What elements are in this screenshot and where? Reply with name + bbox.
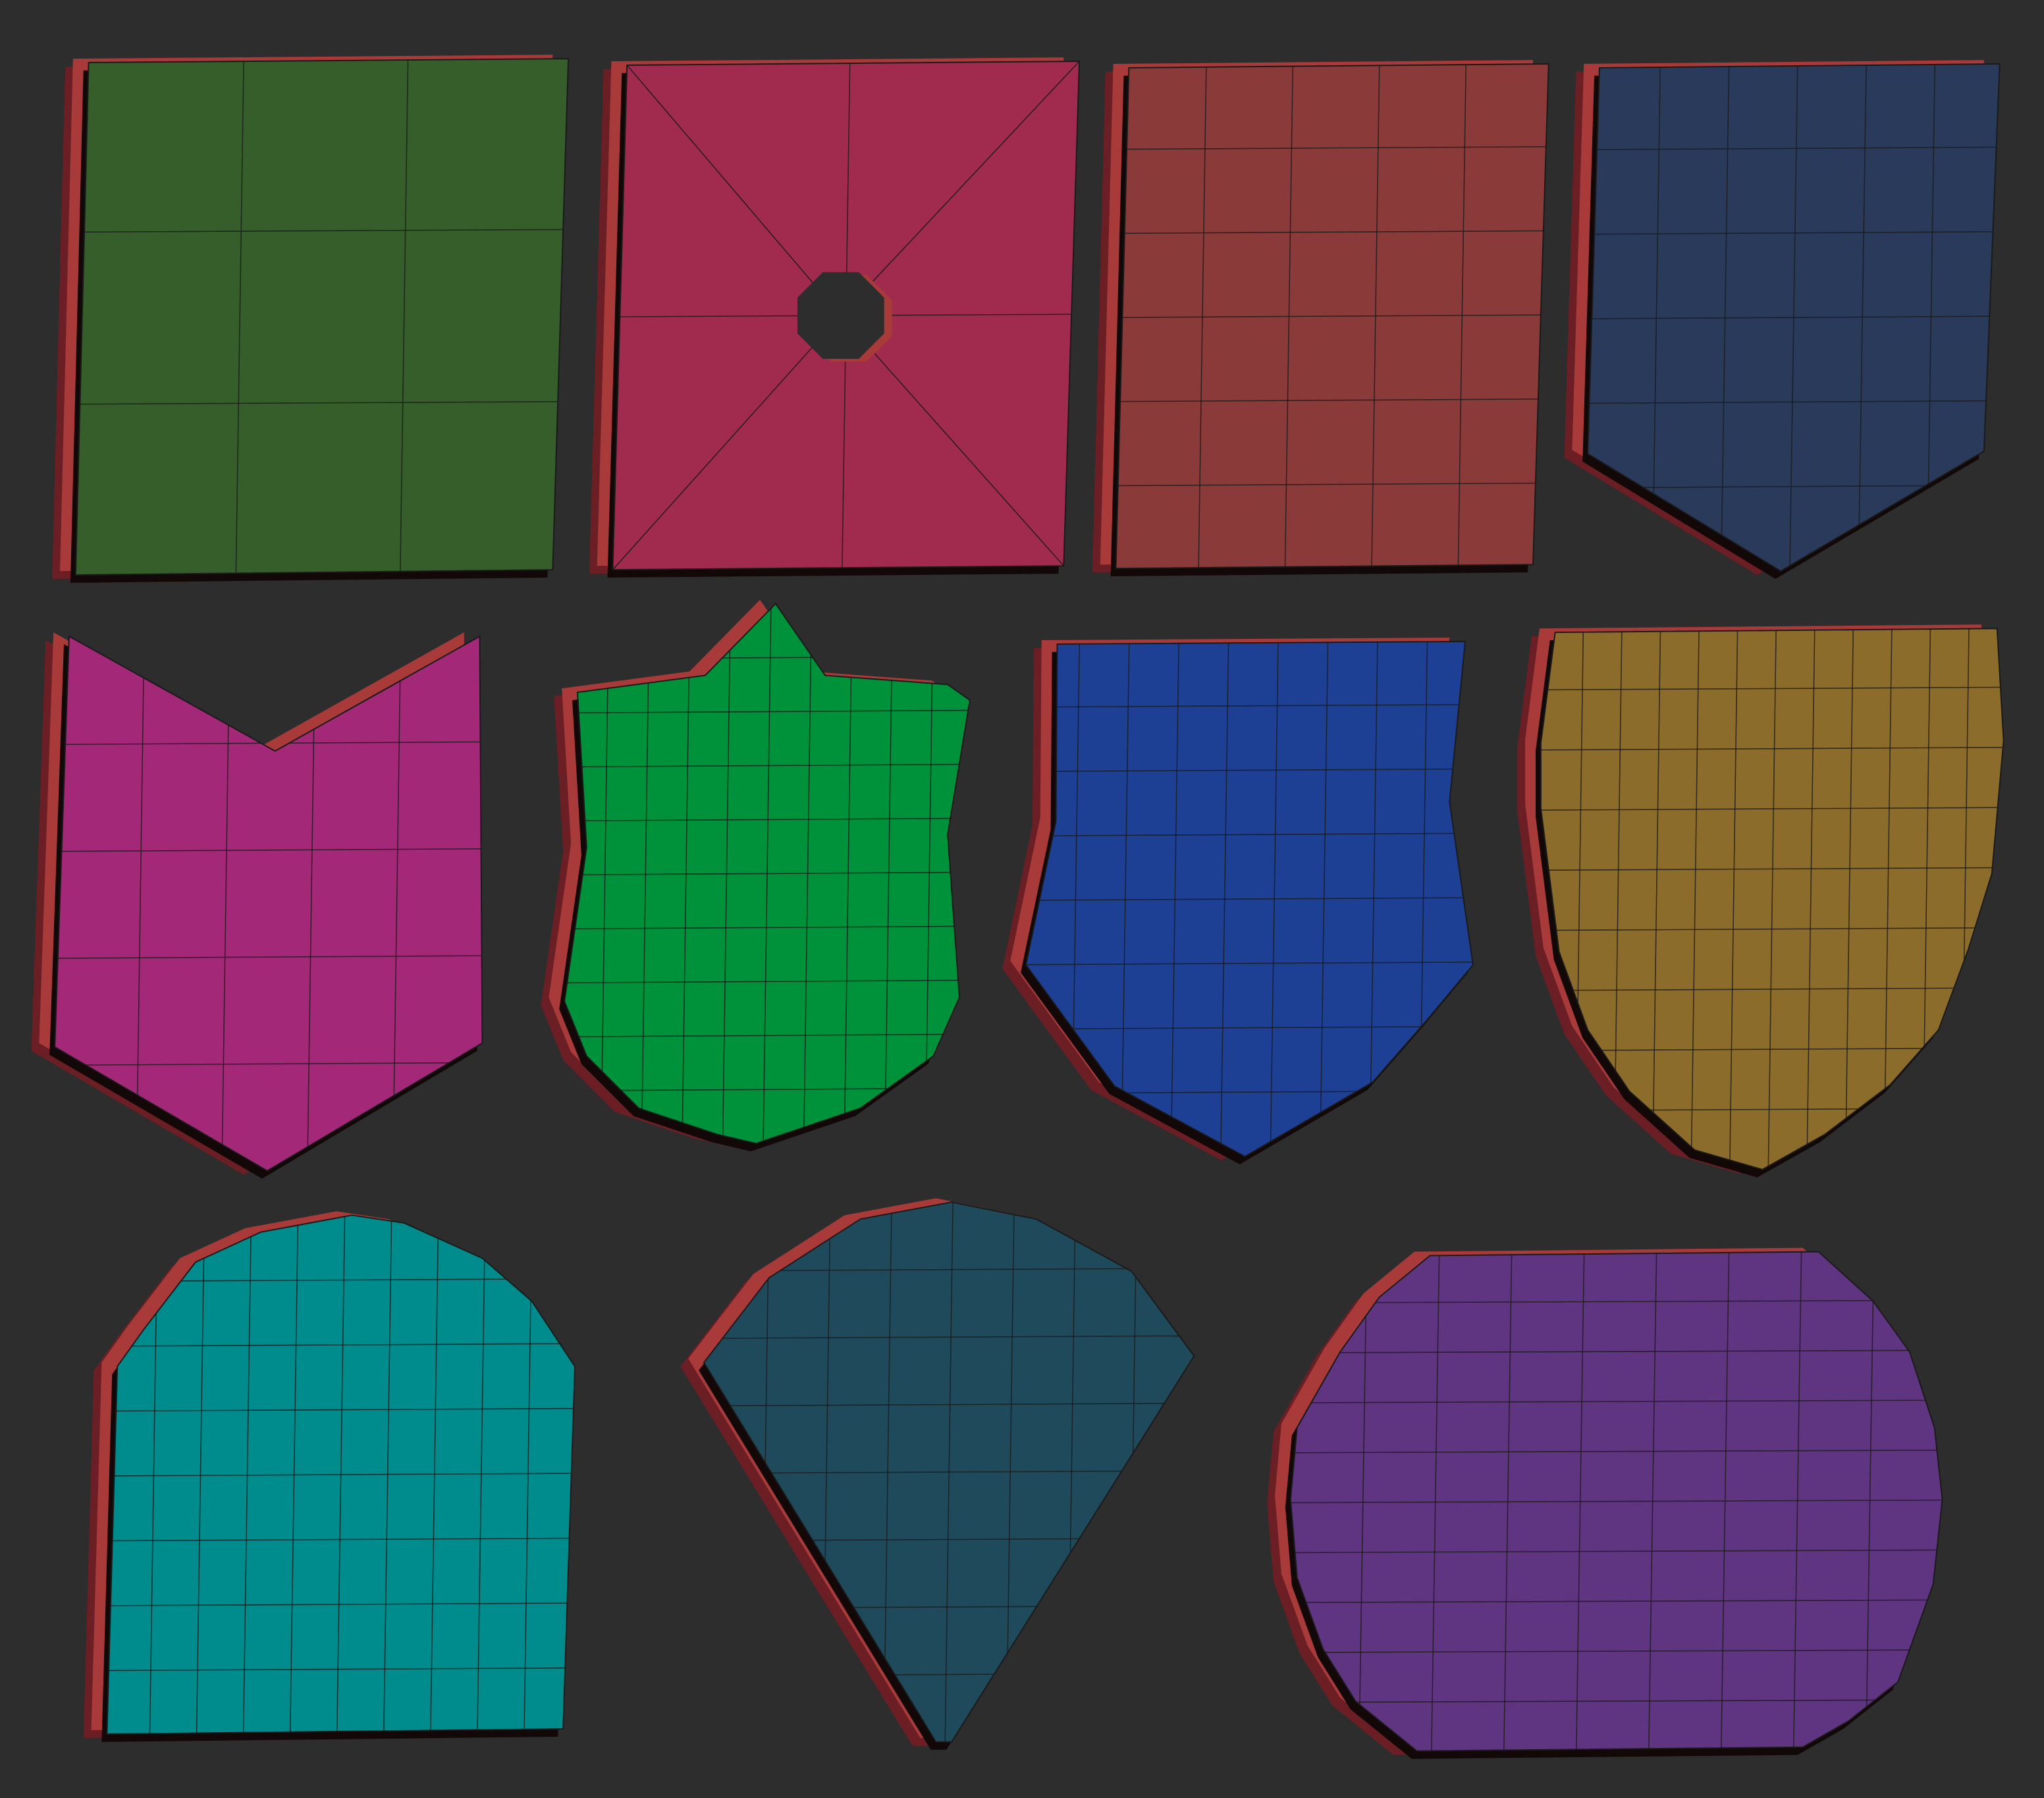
shield-square-hole-pink[interactable] [589,57,1081,578]
shield-round-purple[interactable] [1267,1247,1943,1759]
shield-square-red[interactable] [1092,60,1549,577]
center-hole [797,272,884,359]
shield-arch-teal[interactable] [83,1211,576,1742]
shield-square-green[interactable] [52,55,570,583]
shield-mesh-viewport [0,0,2044,1798]
shield-face [75,59,569,576]
